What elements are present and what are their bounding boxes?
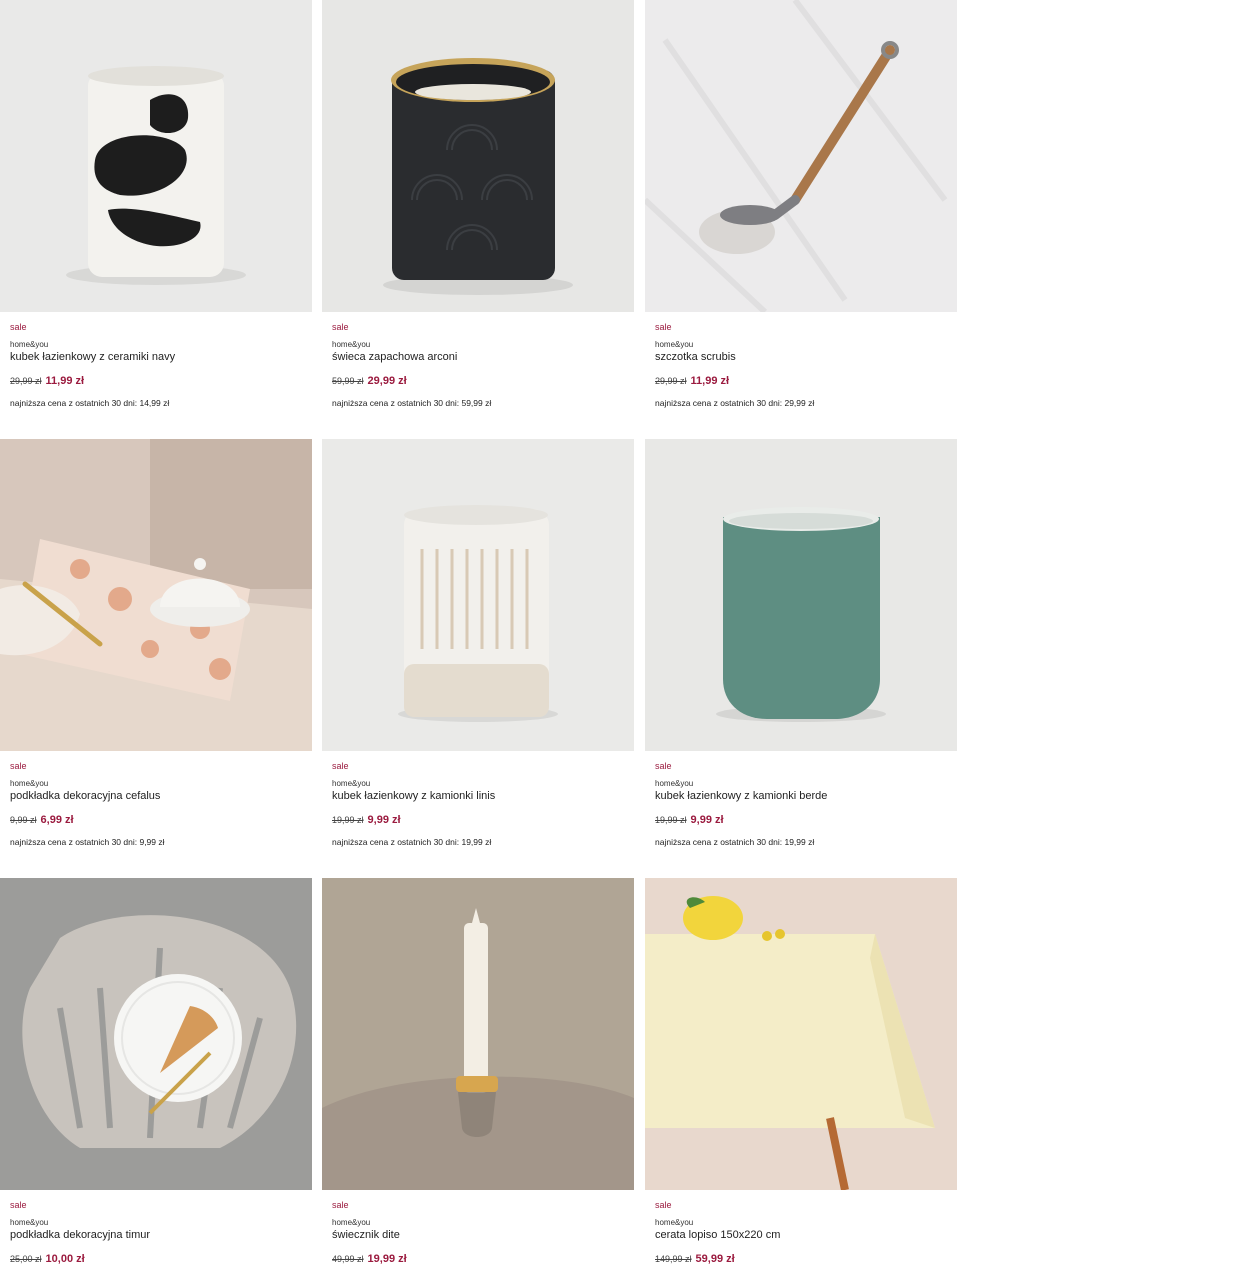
lowest-price-note: najniższa cena z ostatnich 30 dni: 9,99 …: [10, 837, 165, 847]
product-image[interactable]: [322, 439, 634, 751]
sale-price: 29,99 zł: [367, 375, 407, 387]
product-brand: home&you: [332, 1218, 371, 1227]
product-brand: home&you: [655, 779, 694, 788]
product-brand: home&you: [10, 1218, 49, 1227]
product-image[interactable]: [645, 0, 957, 312]
product-name[interactable]: podkładka dekoracyjna cefalus: [10, 790, 160, 802]
product-name[interactable]: kubek łazienkowy z kamionki berde: [655, 790, 827, 802]
product-image[interactable]: [322, 0, 634, 312]
price-row: 19,99 zł 9,99 zł: [332, 810, 401, 828]
old-price: 149,99 zł: [655, 1254, 692, 1264]
sale-badge: sale: [655, 1200, 672, 1210]
product-image[interactable]: [0, 439, 312, 751]
product-brand: home&you: [332, 779, 371, 788]
product-name[interactable]: świeca zapachowa arconi: [332, 351, 457, 363]
product-image[interactable]: [0, 878, 312, 1190]
price-row: 19,99 zł 9,99 zł: [655, 810, 724, 828]
sale-badge: sale: [655, 322, 672, 332]
sale-price: 9,99 zł: [367, 814, 401, 826]
lowest-price-note: najniższa cena z ostatnich 30 dni: 14,99…: [10, 398, 170, 408]
price-row: 59,99 zł 29,99 zł: [332, 371, 407, 389]
old-price: 19,99 zł: [655, 815, 687, 825]
old-price: 49,99 zł: [332, 1254, 364, 1264]
sale-price: 11,99 zł: [690, 375, 730, 387]
product-image[interactable]: [645, 439, 957, 751]
product-brand: home&you: [332, 340, 371, 349]
lowest-price-note: najniższa cena z ostatnich 30 dni: 29,99…: [655, 398, 815, 408]
sale-price: 6,99 zł: [40, 814, 74, 826]
price-row: 9,99 zł 6,99 zł: [10, 810, 74, 828]
product-brand: home&you: [655, 340, 694, 349]
product-name[interactable]: świecznik dite: [332, 1229, 400, 1241]
product-name[interactable]: szczotka scrubis: [655, 351, 736, 363]
product-image[interactable]: [0, 0, 312, 312]
sale-price: 19,99 zł: [367, 1253, 407, 1265]
old-price: 25,00 zł: [10, 1254, 42, 1264]
sale-badge: sale: [10, 761, 27, 771]
price-row: 29,99 zł 11,99 zł: [655, 371, 729, 389]
sale-price: 11,99 zł: [45, 375, 85, 387]
product-brand: home&you: [655, 1218, 694, 1227]
price-row: 29,99 zł 11,99 zł: [10, 371, 84, 389]
lowest-price-note: najniższa cena z ostatnich 30 dni: 59,99…: [332, 398, 492, 408]
old-price: 29,99 zł: [655, 376, 687, 386]
old-price: 59,99 zł: [332, 376, 364, 386]
price-row: 149,99 zł 59,99 zł: [655, 1249, 735, 1267]
price-row: 25,00 zł 10,00 zł: [10, 1249, 85, 1267]
sale-badge: sale: [332, 761, 349, 771]
product-brand: home&you: [10, 340, 49, 349]
product-name[interactable]: kubek łazienkowy z kamionki linis: [332, 790, 495, 802]
sale-badge: sale: [10, 1200, 27, 1210]
sale-price: 9,99 zł: [690, 814, 724, 826]
product-image[interactable]: [645, 878, 957, 1190]
old-price: 9,99 zł: [10, 815, 37, 825]
old-price: 29,99 zł: [10, 376, 42, 386]
sale-badge: sale: [332, 1200, 349, 1210]
product-name[interactable]: kubek łazienkowy z ceramiki navy: [10, 351, 175, 363]
sale-price: 59,99 zł: [695, 1253, 735, 1265]
price-row: 49,99 zł 19,99 zł: [332, 1249, 407, 1267]
product-brand: home&you: [10, 779, 49, 788]
lowest-price-note: najniższa cena z ostatnich 30 dni: 19,99…: [332, 837, 492, 847]
sale-badge: sale: [10, 322, 27, 332]
sale-price: 10,00 zł: [45, 1253, 85, 1265]
product-image[interactable]: [322, 878, 634, 1190]
product-name[interactable]: cerata lopiso 150x220 cm: [655, 1229, 780, 1241]
old-price: 19,99 zł: [332, 815, 364, 825]
sale-badge: sale: [655, 761, 672, 771]
lowest-price-note: najniższa cena z ostatnich 30 dni: 19,99…: [655, 837, 815, 847]
product-name[interactable]: podkładka dekoracyjna timur: [10, 1229, 150, 1241]
sale-badge: sale: [332, 322, 349, 332]
